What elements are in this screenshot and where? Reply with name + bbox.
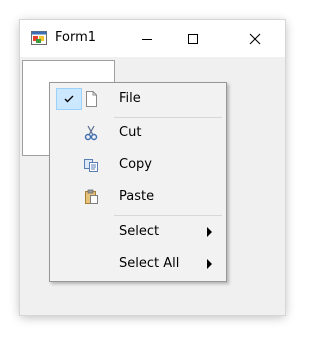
menu-item-file[interactable]: File: [52, 85, 224, 113]
copy-icon: [83, 157, 99, 173]
maximize-button[interactable]: [170, 20, 216, 57]
check-mark-icon: [56, 88, 82, 110]
menu-item-label: Copy: [119, 157, 152, 172]
menu-item-paste[interactable]: Paste: [52, 183, 224, 211]
menu-item-label: Cut: [119, 125, 142, 140]
menu-item-select-all[interactable]: Select All: [52, 250, 224, 278]
close-button[interactable]: [232, 20, 278, 57]
menu-item-label: File: [119, 91, 141, 106]
submenu-arrow-icon: [207, 227, 212, 237]
menu-separator: [114, 117, 222, 118]
submenu-arrow-icon: [207, 259, 212, 269]
menu-item-label: Select All: [119, 256, 180, 271]
close-icon: [249, 33, 261, 44]
scissors-icon: [83, 125, 99, 141]
window-title: Form1: [55, 30, 97, 45]
menu-item-cut[interactable]: Cut: [52, 119, 224, 147]
winforms-app-icon[interactable]: [31, 30, 47, 46]
menu-item-copy[interactable]: Copy: [52, 151, 224, 179]
menu-item-select[interactable]: Select: [52, 218, 224, 246]
menu-item-label: Paste: [119, 189, 155, 204]
clipboard-icon: [83, 189, 99, 205]
maximize-icon: [188, 33, 198, 44]
title-bar[interactable]: Form1: [20, 20, 285, 57]
context-menu: File Cut Copy Paste Select Select All: [49, 82, 227, 282]
minimize-icon: [142, 38, 152, 40]
document-icon: [83, 91, 99, 107]
minimize-button[interactable]: [124, 20, 170, 57]
menu-item-label: Select: [119, 224, 160, 239]
menu-separator: [114, 215, 222, 216]
